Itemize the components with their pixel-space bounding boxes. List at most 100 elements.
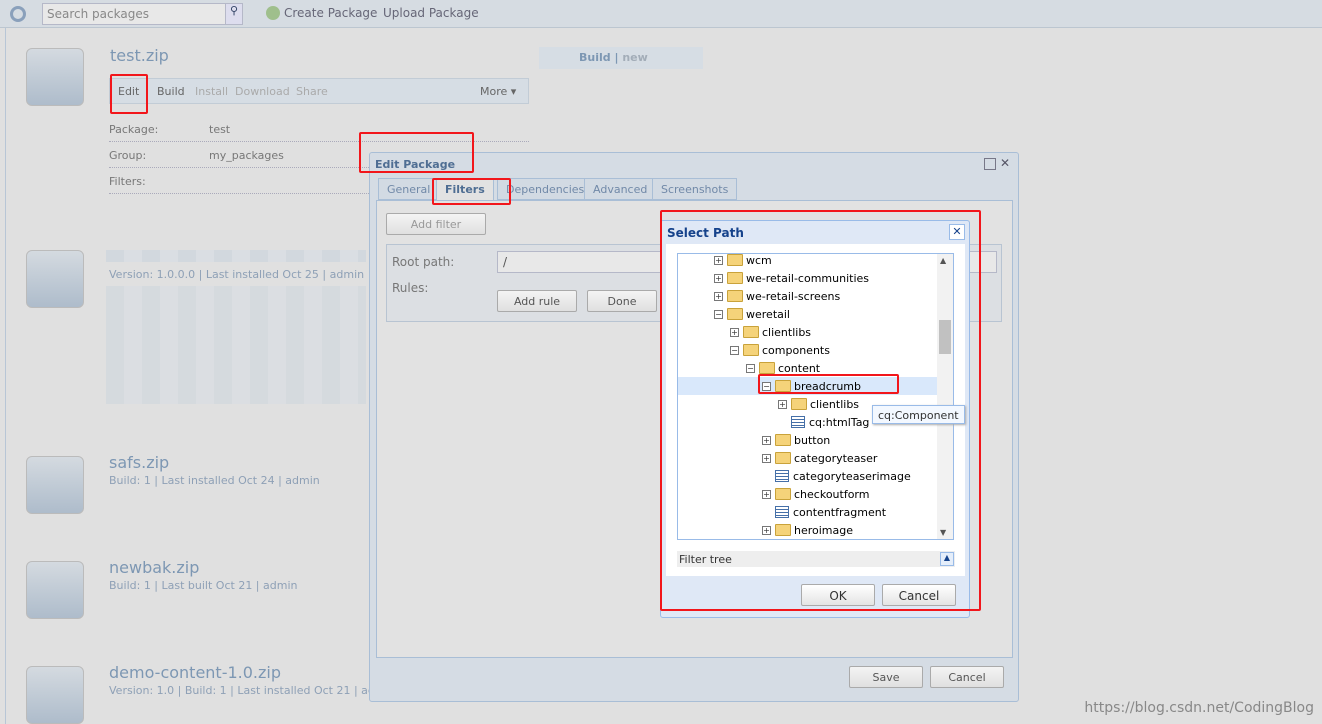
package-meta: Build: 1 | Last installed Oct 24 | admin <box>109 474 320 487</box>
expand-icon[interactable]: + <box>714 255 723 265</box>
folder-icon <box>775 452 791 464</box>
folder-icon <box>775 524 791 536</box>
folder-icon <box>775 434 791 446</box>
share-button[interactable]: Share <box>296 85 328 98</box>
tree-node[interactable]: − components <box>730 341 830 359</box>
scroll-down-icon[interactable]: ▼ <box>940 528 946 537</box>
tree-node[interactable]: + clientlibs <box>778 395 859 413</box>
tree-node[interactable]: + categoryteaser <box>762 449 877 467</box>
expand-icon[interactable]: + <box>762 525 771 535</box>
tree-node[interactable]: − breadcrumb <box>678 377 937 395</box>
tree-node[interactable]: + button <box>762 431 830 449</box>
edit-button[interactable]: Edit <box>118 85 139 98</box>
filter-tree-bar[interactable]: Filter tree <box>677 551 955 567</box>
tree-node[interactable]: + heroimage <box>762 521 853 539</box>
package-title[interactable]: safs.zip <box>109 453 169 472</box>
expand-icon[interactable]: + <box>714 291 723 301</box>
cancel-button[interactable]: Cancel <box>930 666 1004 688</box>
expand-icon[interactable]: + <box>762 453 771 463</box>
tab-filters[interactable]: Filters <box>436 178 494 200</box>
save-button[interactable]: Save <box>849 666 923 688</box>
package-icon <box>26 561 84 619</box>
status-new: new <box>622 51 648 64</box>
package-title[interactable]: test.zip <box>110 46 169 65</box>
collapse-icon[interactable]: − <box>746 363 755 373</box>
collapse-icon[interactable]: − <box>714 309 723 319</box>
download-button[interactable]: Download <box>235 85 290 98</box>
filter-tree-label: Filter tree <box>679 553 732 566</box>
tree-node-label: we-retail-screens <box>746 289 841 303</box>
add-rule-button[interactable]: Add rule <box>497 290 577 312</box>
folder-icon <box>791 398 807 410</box>
tree-node[interactable]: + we-retail-screens <box>714 287 840 305</box>
tree-node-label: weretail <box>746 307 790 321</box>
scrollbar[interactable]: ▲ ▼ <box>937 254 953 539</box>
tree-node-label: button <box>794 433 831 447</box>
done-button[interactable]: Done <box>587 290 657 312</box>
tree-node[interactable]: + checkoutform <box>762 485 869 503</box>
maximize-icon[interactable] <box>984 158 996 170</box>
dialog-title: Edit Package <box>375 158 456 171</box>
cancel-button[interactable]: Cancel <box>882 584 956 606</box>
node-tooltip: cq:Component <box>872 405 965 424</box>
install-button[interactable]: Install <box>195 85 228 98</box>
blurred-title <box>106 250 366 262</box>
field-value: test <box>209 123 231 136</box>
search-input[interactable] <box>42 3 226 25</box>
tree-node-label: breadcrumb <box>794 379 861 393</box>
folder-icon <box>727 254 743 266</box>
scroll-up-icon[interactable]: ▲ <box>940 256 946 265</box>
package-meta: Build: 1 | Last built Oct 21 | admin <box>109 579 298 592</box>
tree-node[interactable]: + clientlibs <box>730 323 811 341</box>
tree-node[interactable]: categoryteaserimage <box>762 467 911 485</box>
tab-advanced[interactable]: Advanced <box>584 178 657 200</box>
folder-icon <box>743 326 759 338</box>
field-value: my_packages <box>209 149 284 162</box>
package-icon <box>26 250 84 308</box>
root-path-label: Root path: <box>392 255 455 269</box>
expand-icon[interactable]: + <box>714 273 723 283</box>
expand-icon[interactable]: + <box>778 399 787 409</box>
ok-button[interactable]: OK <box>801 584 875 606</box>
chevron-up-icon[interactable]: ▲ <box>940 552 954 566</box>
tree-node[interactable]: cq:htmlTag <box>778 413 869 431</box>
tab-general[interactable]: General <box>378 178 440 200</box>
add-filter-button[interactable]: Add filter <box>386 213 486 235</box>
search-icon[interactable]: ⚲ <box>225 3 243 25</box>
top-toolbar: ⚲ Create Package Upload Package <box>0 0 1322 28</box>
field-label: Filters: <box>109 175 146 188</box>
tree-node-label: categoryteaserimage <box>793 469 911 483</box>
package-title[interactable]: demo-content-1.0.zip <box>109 663 281 682</box>
tree-node-label: clientlibs <box>810 397 860 411</box>
scrollbar-thumb[interactable] <box>939 320 951 354</box>
package-meta: Version: 1.0 | Build: 1 | Last installed… <box>109 684 375 697</box>
tree-node-label: contentfragment <box>793 505 887 519</box>
expand-icon[interactable]: + <box>762 435 771 445</box>
folder-icon <box>727 308 743 320</box>
more-label: More <box>480 85 508 98</box>
tree-node[interactable]: contentfragment <box>762 503 886 521</box>
tree-node[interactable]: + we-retail-communities <box>714 269 869 287</box>
collapse-icon[interactable]: − <box>730 345 739 355</box>
tree-node[interactable]: + wcm <box>714 253 772 269</box>
close-icon[interactable]: ✕ <box>1000 156 1010 170</box>
build-button[interactable]: Build <box>157 85 185 98</box>
tree-node-label: wcm <box>746 253 772 267</box>
field-label: Group: <box>109 149 147 162</box>
refresh-icon[interactable] <box>10 6 26 22</box>
tree-node[interactable]: − weretail <box>714 305 790 323</box>
expand-icon[interactable]: + <box>762 489 771 499</box>
tree-node-label: clientlibs <box>762 325 812 339</box>
more-button[interactable]: More ▾ <box>480 85 516 98</box>
create-package-button[interactable]: Create Package <box>284 6 377 20</box>
tab-screenshots[interactable]: Screenshots <box>652 178 738 200</box>
expand-icon[interactable]: + <box>730 327 739 337</box>
package-icon <box>26 48 84 106</box>
tree-node-label: components <box>762 343 830 357</box>
tab-dependencies[interactable]: Dependencies <box>497 178 594 200</box>
upload-package-button[interactable]: Upload Package <box>383 6 479 20</box>
package-title[interactable]: newbak.zip <box>109 558 199 577</box>
close-icon[interactable]: ✕ <box>949 224 965 240</box>
tree-node[interactable]: − content <box>746 359 820 377</box>
collapse-icon[interactable]: − <box>762 381 771 391</box>
